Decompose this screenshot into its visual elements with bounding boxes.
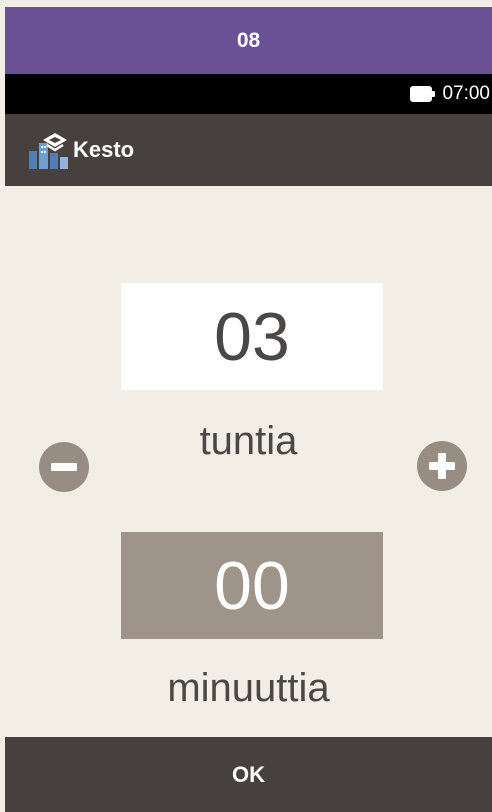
minutes-value-field[interactable]: 00 [121,532,383,639]
status-time: 07:00 [442,83,490,104]
hours-value-field[interactable]: 03 [121,283,383,390]
decrement-button[interactable] [39,442,89,492]
hours-value: 03 [214,298,290,375]
duration-settings-icon [29,133,68,169]
increment-button[interactable] [417,441,467,491]
plus-circle-icon [429,453,455,479]
device-screen: 08 07:00 Kesto 03 tuntia 00 minuuttia OK [0,0,492,812]
status-bar: 07:00 [5,74,492,114]
top-banner: 08 [5,7,492,74]
banner-text: 08 [236,28,261,52]
ok-button[interactable]: OK [5,737,492,812]
duration-panel: 03 tuntia 00 minuuttia [5,186,492,737]
ok-label: OK [232,761,265,787]
minutes-label: minuuttia [167,666,330,710]
header-bar: Kesto [5,114,492,186]
page-title: Kesto [73,137,135,162]
minus-circle-icon [51,463,77,471]
battery-full-icon [410,86,436,102]
minutes-value: 00 [214,547,290,624]
